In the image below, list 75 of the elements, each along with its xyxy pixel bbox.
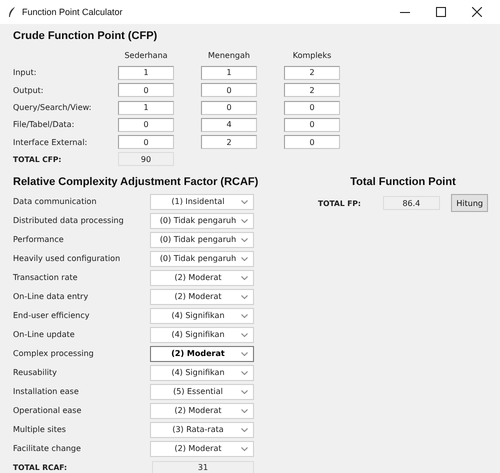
- factor-label: Complex processing: [13, 349, 95, 358]
- dropdown[interactable]: (4) Signifikan: [150, 326, 254, 343]
- factor-label: Operational ease: [13, 406, 82, 416]
- input-field[interactable]: 0: [201, 100, 257, 115]
- chevron-icon: [241, 256, 248, 261]
- factor-label: Multiple sites: [13, 425, 67, 434]
- factor-label: Transaction rate: [13, 273, 79, 282]
- chevron-icon: [241, 276, 248, 280]
- chevron-icon: [241, 428, 248, 432]
- input-field[interactable]: 0: [284, 135, 340, 150]
- factor-label: On-Line data entry: [13, 292, 90, 302]
- close-icon[interactable]: [472, 7, 482, 17]
- column-header: Sederhana: [123, 51, 169, 60]
- factor-label: Installation ease: [13, 387, 80, 396]
- input-field[interactable]: 4: [201, 118, 257, 132]
- maximize-icon[interactable]: [436, 7, 446, 17]
- dropdown[interactable]: (3) Rata-rata: [150, 422, 254, 438]
- input-field[interactable]: 0: [118, 118, 174, 132]
- column-header: Menengah: [207, 51, 251, 60]
- section-heading: Total Function Point: [349, 175, 457, 190]
- chevron-icon: [241, 408, 248, 413]
- chevron-icon: [241, 352, 248, 356]
- field-label: Interface External:: [13, 138, 88, 147]
- factor-label: End-user efficiency: [13, 311, 90, 320]
- chevron-icon: [241, 370, 248, 375]
- input-field[interactable]: 1: [118, 100, 174, 115]
- field-label: Input:: [13, 68, 38, 78]
- field-label: File/Tabel/Data:: [13, 120, 76, 130]
- input-field[interactable]: 2: [201, 135, 257, 150]
- factor-label: Data communication: [13, 197, 98, 206]
- window-title: Function Point Calculator: [22, 7, 123, 17]
- factor-label: Performance: [13, 235, 65, 244]
- input-field[interactable]: 0: [284, 118, 340, 132]
- input-field[interactable]: 1: [201, 66, 257, 80]
- output-field[interactable]: 31: [152, 460, 254, 473]
- input-field[interactable]: 0: [118, 83, 174, 98]
- chevron-icon: [241, 446, 248, 451]
- output-field[interactable]: 86.4: [382, 196, 440, 210]
- input-field[interactable]: 2: [284, 66, 340, 80]
- dropdown[interactable]: (0) Tidak pengaruh: [150, 250, 254, 267]
- dropdown[interactable]: (2) Moderat: [150, 270, 254, 286]
- dropdown[interactable]: (5) Essential: [150, 384, 254, 400]
- input-field[interactable]: 0: [118, 135, 174, 150]
- output-field[interactable]: 90: [118, 152, 174, 166]
- chevron-icon: [241, 200, 248, 204]
- factor-label: Distributed data processing: [13, 216, 125, 226]
- field-label: Query/Search/View:: [13, 103, 91, 112]
- dropdown[interactable]: (0) Tidak pengaruh: [150, 212, 254, 229]
- dropdown[interactable]: (4) Signifikan: [150, 364, 254, 381]
- calculate-button[interactable]: Hitung: [451, 194, 488, 212]
- factor-label: Heavily used configuration: [13, 254, 122, 264]
- chevron-icon: [241, 218, 248, 223]
- chevron-icon: [241, 238, 248, 242]
- factor-label: On-Line update: [13, 330, 76, 340]
- input-field[interactable]: 0: [284, 100, 340, 115]
- dropdown[interactable]: (2) Moderat: [150, 402, 254, 419]
- dropdown[interactable]: (2) Moderat: [150, 440, 254, 457]
- chevron-icon: [241, 314, 248, 318]
- column-header: Kompleks: [292, 51, 332, 60]
- dropdown[interactable]: (2) Moderat: [150, 288, 254, 305]
- section-heading: Crude Function Point (CFP): [13, 29, 158, 44]
- factor-label: Facilitate change: [13, 444, 82, 454]
- factor-label: Reusability: [13, 368, 58, 378]
- chevron-icon: [241, 294, 248, 299]
- chevron-icon: [241, 332, 248, 337]
- input-field[interactable]: 0: [201, 83, 257, 98]
- dropdown[interactable]: (1) Insidental: [150, 194, 254, 210]
- dropdown[interactable]: (0) Tidak pengaruh: [150, 232, 254, 248]
- input-field[interactable]: 1: [118, 66, 174, 80]
- chevron-icon: [241, 390, 248, 394]
- field-label: Output:: [13, 86, 44, 95]
- dropdown[interactable]: (2) Moderat: [150, 346, 254, 362]
- dropdown[interactable]: (4) Signifikan: [150, 308, 254, 324]
- feather-icon: [8, 6, 16, 18]
- input-field[interactable]: 2: [284, 83, 340, 98]
